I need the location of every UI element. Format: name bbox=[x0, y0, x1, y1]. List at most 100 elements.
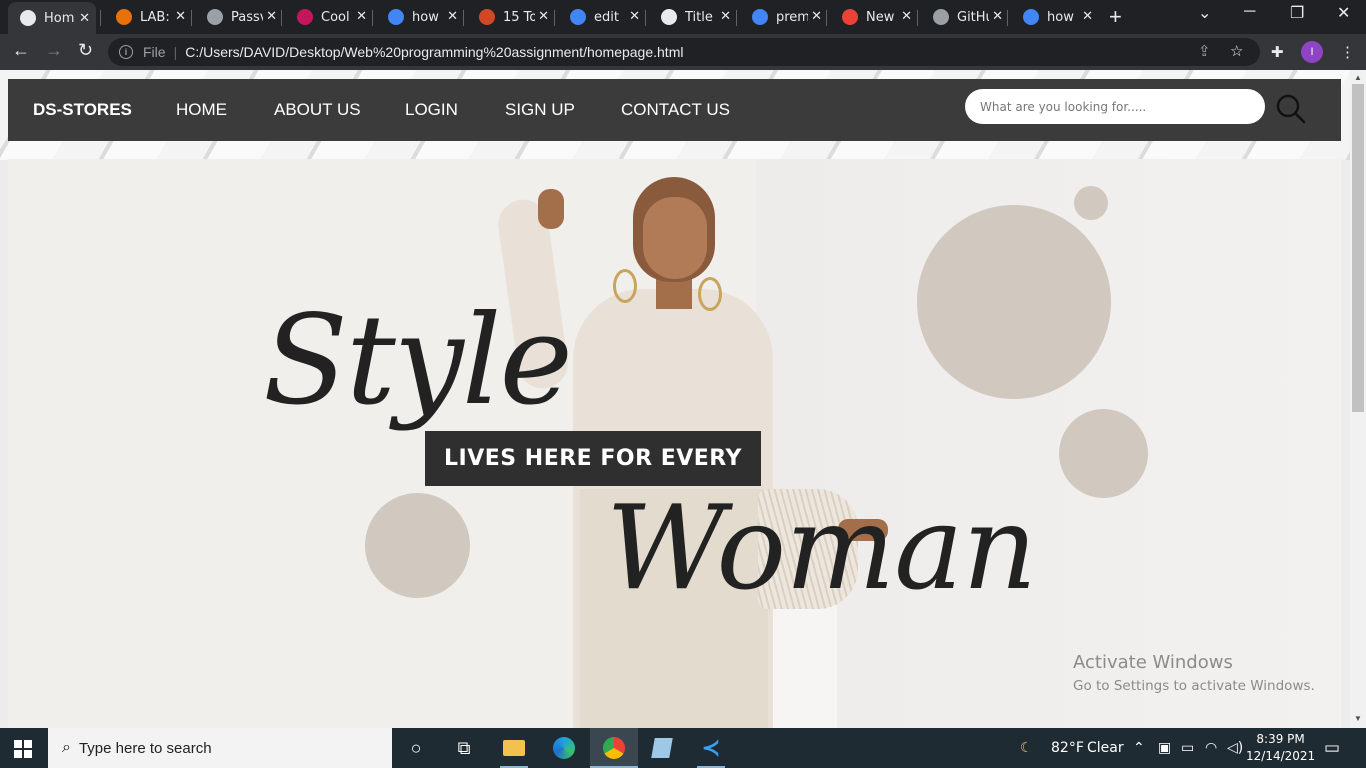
close-tab-icon[interactable]: ✕ bbox=[79, 11, 90, 26]
notepad-icon[interactable] bbox=[650, 736, 674, 760]
address-bar[interactable]: i File | C:/Users/DAVID/Desktop/Web%20pr… bbox=[108, 38, 1260, 66]
close-tab-icon[interactable]: ✕ bbox=[901, 9, 912, 24]
browser-tab[interactable]: Title ✕ bbox=[649, 0, 737, 34]
minimize-icon[interactable]: ─ bbox=[1244, 3, 1255, 21]
nav-about-us[interactable]: ABOUT US bbox=[274, 100, 361, 120]
close-tab-icon[interactable]: ✕ bbox=[266, 9, 277, 24]
reload-icon[interactable]: ↻ bbox=[78, 40, 93, 61]
activate-windows-watermark: Activate Windows Go to Settings to activ… bbox=[1073, 652, 1315, 694]
watermark-subtitle: Go to Settings to activate Windows. bbox=[1073, 678, 1315, 694]
tab-search-icon[interactable]: ⌄ bbox=[1198, 3, 1211, 23]
task-view-icon[interactable]: ⧉ bbox=[452, 736, 476, 760]
system-clock[interactable]: 8:39 PM 12/14/2021 bbox=[1246, 731, 1315, 765]
browser-toolbar: ← → ↻ i File | C:/Users/DAVID/Desktop/We… bbox=[0, 34, 1366, 70]
nav-sign-up[interactable]: SIGN UP bbox=[505, 100, 575, 120]
tab-separator bbox=[554, 10, 555, 26]
tab-title: New bbox=[866, 9, 895, 25]
meet-now-icon[interactable]: ▣ bbox=[1158, 740, 1171, 756]
notifications-icon[interactable]: ▭ bbox=[1324, 738, 1340, 758]
close-tab-icon[interactable]: ✕ bbox=[1082, 9, 1093, 24]
page-scrollbar[interactable]: ▲ ▼ bbox=[1350, 70, 1366, 728]
browser-tab[interactable]: GitHu✕ bbox=[921, 0, 1009, 34]
browser-tab[interactable]: 15 To ✕ bbox=[467, 0, 555, 34]
scroll-down-icon[interactable]: ▼ bbox=[1354, 714, 1362, 723]
weather-temp[interactable]: 82°F bbox=[1051, 740, 1084, 756]
search-icon[interactable] bbox=[1275, 93, 1307, 125]
edge-icon[interactable] bbox=[552, 736, 576, 760]
cortana-icon[interactable]: ○ bbox=[404, 736, 428, 760]
browser-tab-strip: Hom✕LAB:✕Passv✕Cool✕how✕15 To✕edit✕Title… bbox=[0, 0, 1366, 34]
powerpoint-icon bbox=[479, 9, 495, 25]
close-tab-icon[interactable]: ✕ bbox=[629, 9, 640, 24]
menu-kebab-icon[interactable]: ⋮ bbox=[1340, 43, 1355, 61]
wifi-icon[interactable]: ◠ bbox=[1205, 740, 1217, 756]
hero-word-woman: Woman bbox=[606, 481, 1037, 616]
browser-tab[interactable]: New ✕ bbox=[830, 0, 918, 34]
browser-tab[interactable]: edit ✕ bbox=[558, 0, 646, 34]
nav-login[interactable]: LOGIN bbox=[405, 100, 458, 120]
tab-title: prem bbox=[776, 9, 808, 25]
nav-home[interactable]: HOME bbox=[176, 100, 227, 120]
weather-desc[interactable]: Clear bbox=[1087, 740, 1124, 756]
browser-tab[interactable]: how ✕ bbox=[1011, 0, 1099, 34]
site-info-icon[interactable]: i bbox=[119, 45, 133, 59]
close-tab-icon[interactable]: ✕ bbox=[811, 9, 822, 24]
forward-icon[interactable]: → bbox=[45, 40, 63, 61]
windows-start-icon[interactable] bbox=[14, 740, 32, 758]
browser-tab[interactable]: Passv✕ bbox=[195, 0, 283, 34]
battery-icon[interactable]: ▭ bbox=[1181, 740, 1194, 756]
tab-title: edit bbox=[594, 9, 619, 25]
close-window-icon[interactable]: ✕ bbox=[1337, 3, 1350, 23]
decor-circle-small bbox=[1074, 186, 1108, 220]
decor-circle-left bbox=[365, 493, 470, 598]
clock-time: 8:39 PM bbox=[1256, 732, 1305, 746]
scroll-thumb[interactable] bbox=[1352, 84, 1364, 412]
profile-avatar[interactable]: I bbox=[1301, 41, 1323, 63]
browser-tab[interactable]: LAB: ✕ bbox=[104, 0, 192, 34]
tab-title: Passv bbox=[231, 9, 263, 25]
globe-icon bbox=[20, 10, 36, 26]
close-tab-icon[interactable]: ✕ bbox=[720, 9, 731, 24]
browser-tab[interactable]: Cool ✕ bbox=[285, 0, 373, 34]
tab-title: LAB: bbox=[140, 9, 170, 25]
extensions-icon[interactable]: ✚ bbox=[1271, 43, 1284, 61]
share-icon[interactable]: ⇪ bbox=[1198, 42, 1211, 60]
url-text[interactable]: C:/Users/DAVID/Desktop/Web%20programming… bbox=[185, 44, 683, 60]
site-search-input[interactable] bbox=[965, 89, 1265, 124]
site-navbar: DS-STORES HOME ABOUT US LOGIN SIGN UP CO… bbox=[8, 79, 1341, 141]
tab-title: 15 To bbox=[503, 9, 535, 25]
back-icon[interactable]: ← bbox=[12, 40, 30, 61]
scheme-label: File bbox=[143, 44, 166, 60]
weather-moon-icon[interactable]: ☾ bbox=[1020, 740, 1033, 756]
scroll-up-icon[interactable]: ▲ bbox=[1354, 73, 1362, 82]
close-tab-icon[interactable]: ✕ bbox=[538, 9, 549, 24]
taskbar-search-box[interactable]: ⌕ Type here to search bbox=[48, 728, 392, 768]
close-tab-icon[interactable]: ✕ bbox=[356, 9, 367, 24]
chrome-icon[interactable] bbox=[602, 736, 626, 760]
file-explorer-icon[interactable] bbox=[502, 736, 526, 760]
close-tab-icon[interactable]: ✕ bbox=[992, 9, 1003, 24]
tab-title: Cool bbox=[321, 9, 350, 25]
hero-banner: Style LIVES HERE FOR EVERY Woman bbox=[8, 159, 1341, 728]
vscode-icon[interactable]: ≺ bbox=[699, 735, 723, 760]
close-tab-icon[interactable]: ✕ bbox=[447, 9, 458, 24]
google-icon bbox=[752, 9, 768, 25]
restore-icon[interactable]: ❐ bbox=[1290, 3, 1304, 23]
decor-circle-medium bbox=[1059, 409, 1148, 498]
bookmark-star-icon[interactable]: ☆ bbox=[1230, 42, 1243, 60]
new-tab-button[interactable]: + bbox=[1109, 4, 1122, 30]
divider: | bbox=[173, 44, 178, 60]
nav-contact-us[interactable]: CONTACT US bbox=[621, 100, 730, 120]
volume-icon[interactable]: ◁) bbox=[1227, 740, 1243, 756]
close-tab-icon[interactable]: ✕ bbox=[175, 9, 186, 24]
browser-tab[interactable]: prem ✕ bbox=[740, 0, 828, 34]
browser-tab[interactable]: how ✕ bbox=[376, 0, 464, 34]
tab-title: Hom bbox=[44, 10, 75, 26]
clock-date: 12/14/2021 bbox=[1246, 749, 1316, 763]
tab-separator bbox=[1007, 10, 1008, 26]
taskbar-search-placeholder: Type here to search bbox=[78, 739, 212, 757]
decor-circle-large bbox=[917, 205, 1111, 399]
browser-tab[interactable]: Hom ✕ bbox=[8, 2, 96, 34]
site-brand[interactable]: DS-STORES bbox=[33, 100, 132, 120]
tray-overflow-icon[interactable]: ⌃ bbox=[1133, 740, 1145, 756]
